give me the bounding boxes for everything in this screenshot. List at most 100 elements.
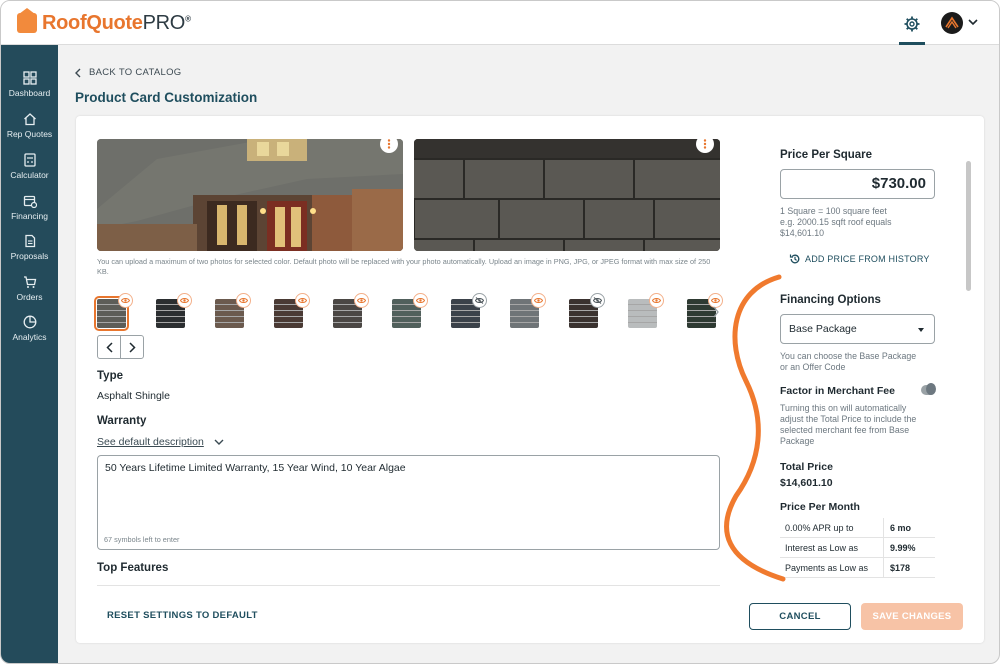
sidebar-item-proposals[interactable]: Proposals bbox=[1, 234, 58, 274]
eye-icon[interactable] bbox=[118, 293, 133, 308]
chevron-left-icon bbox=[106, 341, 113, 353]
row-key: 0.00% APR up to bbox=[780, 518, 884, 537]
photo-menu-button[interactable] bbox=[380, 135, 398, 153]
divider bbox=[97, 585, 720, 586]
swatch-next-button[interactable] bbox=[120, 336, 143, 358]
sidebar-item-analytics[interactable]: Analytics bbox=[1, 315, 58, 355]
financing-options-title: Financing Options bbox=[780, 294, 881, 306]
chevron-down-icon bbox=[214, 439, 224, 445]
logo[interactable]: RoofQuotePRO® bbox=[17, 8, 191, 36]
default-desc-label: See default description bbox=[97, 436, 204, 448]
kebab-menu-icon bbox=[387, 139, 391, 149]
eye-icon[interactable] bbox=[177, 293, 192, 308]
eye-icon[interactable] bbox=[413, 293, 428, 308]
sidebar-item-label: Proposals bbox=[10, 251, 49, 261]
table-row: 0.00% APR up to 6 mo bbox=[780, 518, 935, 538]
row-key: Payments as Low as bbox=[780, 558, 884, 577]
eye-icon[interactable] bbox=[354, 293, 369, 308]
top-bar: RoofQuotePRO® bbox=[1, 1, 999, 45]
financing-note-line1: You can choose the Base Package bbox=[780, 351, 917, 361]
merchant-note-line3: selected merchant fee from Base bbox=[780, 425, 910, 435]
pie-chart-icon bbox=[23, 315, 36, 329]
price-per-month-label: Price Per Month bbox=[780, 501, 860, 513]
calendar-money-icon bbox=[23, 195, 37, 208]
kebab-menu-icon bbox=[703, 139, 707, 149]
row-value: $178 bbox=[890, 562, 911, 573]
back-to-catalog-link[interactable]: BACK TO CATALOG bbox=[75, 67, 182, 78]
merchant-fee-label: Factor in Merchant Fee bbox=[780, 385, 895, 397]
sidebar-item-label: Financing bbox=[11, 211, 48, 221]
warranty-label: Warranty bbox=[97, 415, 147, 427]
photo-menu-button[interactable] bbox=[696, 135, 714, 153]
history-link-label: ADD PRICE FROM HISTORY bbox=[805, 254, 930, 264]
financing-selected-value: Base Package bbox=[789, 323, 857, 335]
swatch-pager bbox=[97, 335, 144, 359]
type-label: Type bbox=[97, 370, 123, 382]
chevron-right-icon bbox=[129, 341, 136, 353]
financing-package-select[interactable]: Base Package bbox=[780, 314, 935, 344]
pps-note-line1: 1 Square = 100 square feet bbox=[780, 206, 887, 216]
sidebar-item-label: Rep Quotes bbox=[6, 129, 53, 139]
house-icon bbox=[23, 113, 36, 126]
eye-icon[interactable] bbox=[649, 293, 664, 308]
price-per-month-table: 0.00% APR up to 6 mo Interest as Low as 9.… bbox=[780, 518, 935, 578]
page-title: Product Card Customization bbox=[75, 90, 258, 105]
eye-off-icon[interactable] bbox=[590, 293, 605, 308]
history-icon bbox=[789, 254, 800, 264]
swatch-prev-button[interactable] bbox=[98, 336, 120, 358]
eye-off-icon[interactable] bbox=[472, 293, 487, 308]
scrollbar-thumb[interactable] bbox=[966, 161, 971, 291]
cancel-button[interactable]: CANCEL bbox=[749, 603, 851, 630]
calculator-icon bbox=[23, 153, 36, 167]
reset-settings-button[interactable]: RESET SETTINGS TO DEFAULT bbox=[107, 610, 258, 621]
orange-swoosh-decoration bbox=[724, 274, 786, 582]
eye-icon[interactable] bbox=[295, 293, 310, 308]
add-price-from-history-link[interactable]: ADD PRICE FROM HISTORY bbox=[789, 253, 930, 265]
avatar[interactable] bbox=[941, 12, 963, 34]
logo-text: RoofQuotePRO® bbox=[42, 11, 191, 34]
sidebar-item-calculator[interactable]: Calculator bbox=[1, 153, 58, 193]
type-value: Asphalt Shingle bbox=[97, 390, 170, 402]
merchant-note-line2: adjust the Total Price to include the bbox=[780, 414, 917, 424]
pps-note-line2: e.g. 2000.15 sqft roof equals bbox=[780, 217, 892, 227]
sidebar-item-financing[interactable]: Financing bbox=[1, 194, 58, 234]
sidebar: Dashboard Rep Quotes Calculator Financin… bbox=[1, 45, 58, 663]
photo-upload-note: You can upload a maximum of two photos f… bbox=[97, 257, 711, 276]
settings-gear-icon[interactable] bbox=[901, 13, 923, 35]
pps-note-line3: $14,601.10 bbox=[780, 228, 825, 238]
table-row: Interest as Low as 9.99% bbox=[780, 538, 935, 558]
see-default-description-link[interactable]: See default description bbox=[97, 436, 224, 448]
save-changes-button[interactable]: SAVE CHANGES bbox=[861, 603, 963, 630]
product-photo-house[interactable] bbox=[97, 139, 403, 251]
warranty-text: 50 Years Lifetime Limited Warranty, 15 Y… bbox=[105, 462, 406, 474]
sidebar-item-label: Calculator bbox=[10, 170, 49, 180]
merchant-note-line1: Turning this on will automatically bbox=[780, 403, 907, 413]
settings-active-indicator bbox=[899, 42, 925, 45]
back-label: BACK TO CATALOG bbox=[89, 67, 182, 78]
app-frame: RoofQuotePRO® Dashboard Rep Quotes Calcu… bbox=[0, 0, 1000, 664]
sidebar-item-orders[interactable]: Orders bbox=[1, 275, 58, 315]
product-photo-shingle-closeup[interactable] bbox=[414, 139, 720, 251]
sidebar-item-label: Analytics bbox=[12, 332, 47, 342]
top-features-label: Top Features bbox=[97, 562, 169, 574]
table-row: Payments as Low as $178 bbox=[780, 558, 935, 578]
row-value: 6 mo bbox=[890, 522, 912, 533]
chevron-left-icon bbox=[75, 68, 81, 77]
sidebar-item-label: Orders bbox=[16, 292, 43, 302]
sidebar-item-dashboard[interactable]: Dashboard bbox=[1, 71, 58, 111]
symbol-counter: 67 symbols left to enter bbox=[104, 535, 180, 544]
warranty-textarea[interactable]: 50 Years Lifetime Limited Warranty, 15 Y… bbox=[97, 455, 720, 550]
price-per-square-title: Price Per Square bbox=[780, 149, 873, 161]
row-value: 9.99% bbox=[890, 542, 916, 553]
eye-icon[interactable] bbox=[236, 293, 251, 308]
merchant-fee-toggle[interactable] bbox=[921, 383, 936, 395]
chevron-down-icon[interactable] bbox=[967, 15, 979, 27]
dropdown-caret-icon bbox=[918, 328, 924, 332]
sidebar-item-rep-quotes[interactable]: Rep Quotes bbox=[1, 112, 58, 152]
document-icon bbox=[24, 234, 35, 248]
price-per-square-input[interactable]: $730.00 bbox=[780, 169, 935, 199]
cart-icon bbox=[23, 276, 36, 288]
eye-icon[interactable] bbox=[531, 293, 546, 308]
sidebar-item-label: Dashboard bbox=[8, 88, 51, 98]
dashboard-icon bbox=[22, 71, 37, 85]
